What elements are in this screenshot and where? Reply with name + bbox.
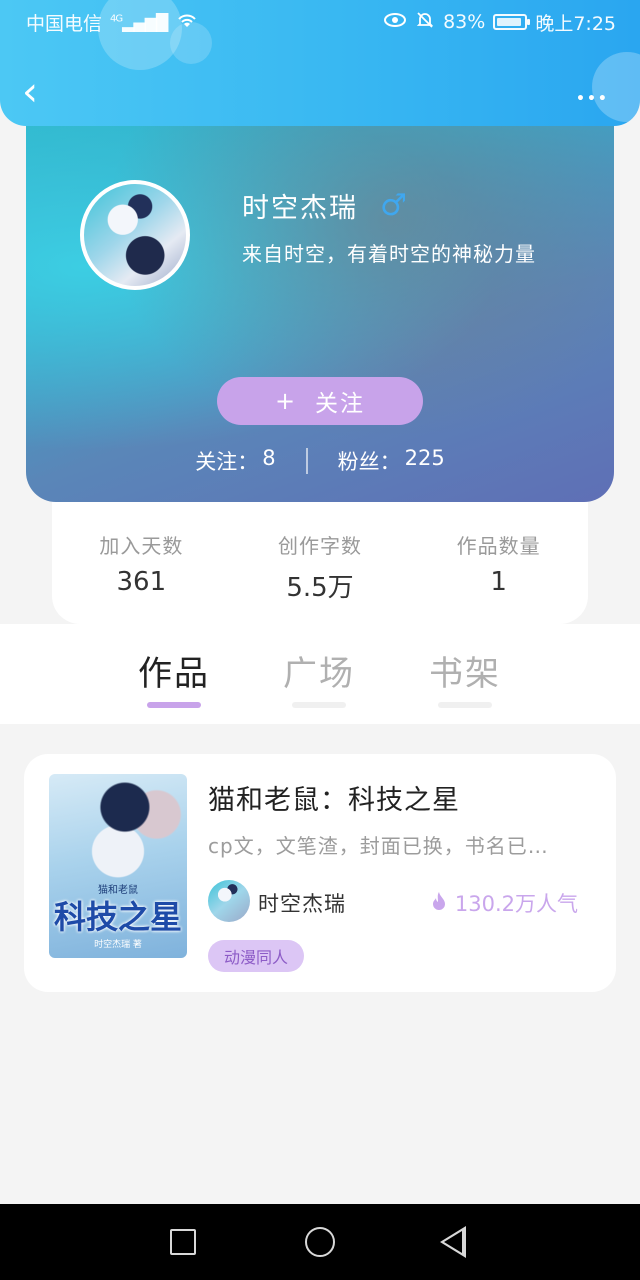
stat-value: 361 [116,567,167,597]
stat-works-count: 作品数量 1 [409,500,588,624]
work-card[interactable]: 猫和老鼠 科技之星 时空杰瑞 著 猫和老鼠：科技之星 cp文，文笔渣，封面已换，… [24,754,616,992]
battery-percent: 83% [443,11,486,33]
plus-icon: + [274,387,298,415]
avatar[interactable] [80,180,190,290]
following-value: 8 [262,446,276,470]
bell-off-icon [415,10,435,35]
tab-indicator [292,702,346,708]
back-button[interactable]: ‹ [22,72,48,112]
divider [305,448,308,474]
back-triangle-icon[interactable] [440,1226,466,1258]
fans-label: 粉丝： [337,450,401,474]
author-avatar [208,880,250,922]
nickname: 时空杰瑞 [242,193,358,224]
author-name: 时空杰瑞 [258,892,346,916]
tab-indicator [438,702,492,708]
book-cover[interactable]: 猫和老鼠 科技之星 时空杰瑞 著 [49,774,187,958]
signal-icon: 4G▂▄▆█ [110,12,168,32]
follow-label: 关注 [315,391,366,417]
genre-tag[interactable]: 动漫同人 [208,940,305,972]
work-title[interactable]: 猫和老鼠：科技之星 [208,778,460,817]
carrier-name: 中国电信 [26,12,103,35]
status-bar: 中国电信 4G▂▄▆█ 83% 晚上7:25 [0,0,640,44]
following-count[interactable]: 关注： 8 [195,446,275,476]
tab-bar: 作品 广场 书架 [0,624,640,724]
wifi-icon [175,11,199,34]
fans-value: 225 [404,446,445,470]
stat-join-days: 加入天数 361 [52,500,231,624]
fans-count[interactable]: 粉丝： 225 [338,446,445,476]
male-icon: ♂ [380,187,407,223]
popularity: 130.2万人气 [431,888,578,918]
stats-card: 加入天数 361 创作字数 5.5万 作品数量 1 [52,500,588,624]
home-icon[interactable] [305,1227,335,1257]
more-button[interactable]: ••• [576,80,612,107]
cover-author: 时空杰瑞 著 [94,940,142,950]
follow-button[interactable]: + 关注 [217,377,423,425]
clock: 晚上7:25 [535,12,616,35]
stat-label: 加入天数 [99,534,184,558]
battery-icon [493,14,531,30]
profile-card: 时空杰瑞 ♂ 来自时空，有着时空的神秘力量 + 关注 关注： 8 粉丝： 225 [26,110,614,502]
navigation-bar [0,1204,640,1280]
network-type: 4G [110,13,123,25]
more-dots-icon: ••• [576,91,609,107]
stat-label: 作品数量 [456,534,541,558]
following-label: 关注： [195,450,259,474]
work-description: cp文，文笔渣，封面已换，书名已… [208,834,549,858]
stat-value: 1 [490,567,507,597]
recent-apps-icon[interactable] [170,1229,196,1255]
stat-word-count: 创作字数 5.5万 [231,500,410,624]
chevron-left-icon: ‹ [22,69,38,115]
cover-title: 科技之星 [53,898,182,936]
eye-icon [383,11,407,34]
tab-bookshelf[interactable]: 书架 [405,646,525,695]
popularity-value: 130.2万人气 [454,892,578,916]
stat-value: 5.5万 [286,573,354,603]
bio: 来自时空，有着时空的神秘力量 [242,242,536,266]
tab-indicator [147,702,201,708]
tab-works[interactable]: 作品 [114,646,234,695]
tab-square[interactable]: 广场 [259,646,379,695]
stat-label: 创作字数 [278,534,362,558]
flame-icon [431,891,447,916]
